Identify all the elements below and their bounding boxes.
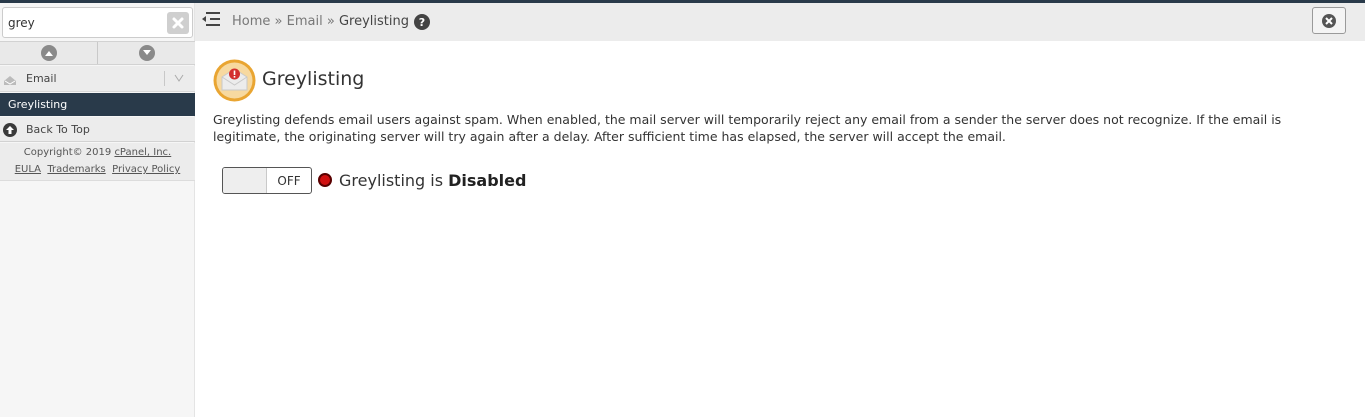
status-text: Greylisting is Disabled (339, 171, 526, 190)
footer-links: EULA Trademarks Privacy Policy (0, 164, 195, 175)
breadcrumb-separator: » (326, 13, 335, 29)
clear-search-button[interactable] (167, 12, 189, 34)
scroll-up-button[interactable] (0, 42, 97, 64)
greylisting-toggle[interactable]: OFF (222, 167, 312, 194)
help-icon[interactable]: ? (414, 14, 430, 30)
sidebar-footer: Copyright© 2019 cPanel, Inc. EULA Tradem… (0, 143, 195, 181)
group-divider (164, 71, 165, 86)
scroll-down-button[interactable] (97, 42, 195, 64)
clear-search-icon (172, 17, 184, 29)
cpanel-link[interactable]: cPanel, Inc. (114, 147, 171, 158)
privacy-policy-link[interactable]: Privacy Policy (112, 164, 180, 175)
arrow-up-icon (40, 45, 57, 61)
breadcrumb-home[interactable]: Home (232, 14, 270, 29)
page-title: Greylisting (262, 68, 365, 90)
status-value: Disabled (448, 171, 527, 190)
menu-toggle-icon[interactable] (201, 11, 221, 27)
back-to-top-label: Back To Top (26, 123, 90, 136)
back-to-top-icon (3, 123, 17, 137)
breadcrumb-bar: Home » Email » Greylisting ? (195, 3, 1365, 41)
breadcrumb: Home » Email » Greylisting ? (232, 12, 430, 30)
close-icon (1322, 13, 1336, 28)
breadcrumb-current: Greylisting (338, 13, 409, 29)
sidebar-group-email[interactable]: Email (0, 66, 195, 92)
page-description: Greylisting defends email users against … (213, 112, 1282, 144)
breadcrumb-separator: » (274, 13, 283, 29)
chevron-down-icon[interactable] (173, 73, 185, 83)
trademarks-link[interactable]: Trademarks (47, 164, 105, 175)
copyright-text: Copyright© 2019 (23, 147, 115, 158)
sidebar-scroll-arrows (0, 41, 195, 65)
toggle-knob (223, 168, 267, 193)
search-input[interactable] (3, 8, 163, 37)
email-group-icon (4, 76, 16, 85)
copyright-line: Copyright© 2019 cPanel, Inc. (0, 147, 195, 158)
toggle-state-label: OFF (277, 173, 301, 188)
sidebar: Email Greylisting Back To Top Copyright©… (0, 3, 195, 417)
search-box (2, 7, 193, 38)
status-dot-icon (318, 173, 332, 187)
arrow-down-icon (138, 45, 155, 61)
eula-link[interactable]: EULA (15, 164, 41, 175)
close-button[interactable] (1312, 7, 1346, 34)
breadcrumb-email[interactable]: Email (287, 14, 323, 29)
back-to-top-link[interactable]: Back To Top (0, 117, 195, 142)
status-prefix: Greylisting is (339, 171, 449, 190)
greylisting-envelope-icon (213, 59, 256, 102)
sidebar-item-greylisting[interactable]: Greylisting (0, 93, 195, 116)
sidebar-group-label: Email (26, 72, 57, 85)
